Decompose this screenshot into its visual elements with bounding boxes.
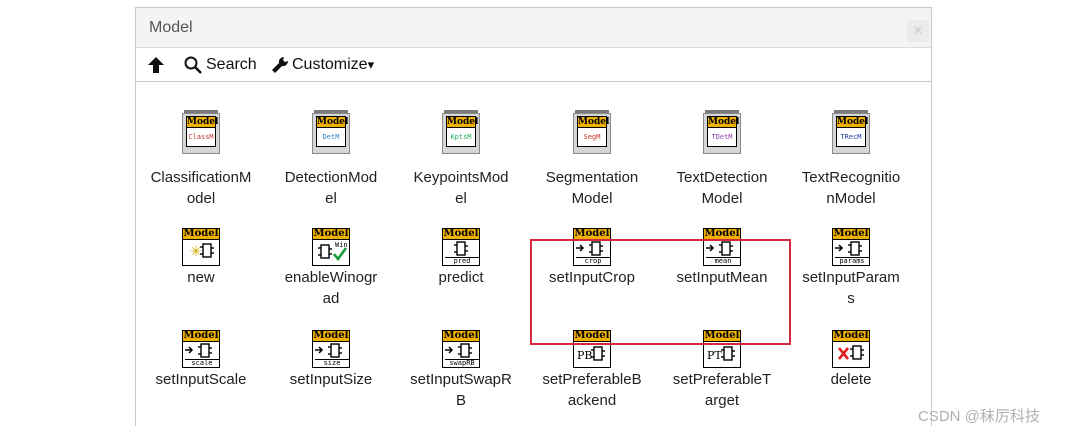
class-icon: Model DetM — [312, 110, 350, 154]
palette-item-delete[interactable]: Model delete — [788, 322, 914, 422]
magnifier-icon — [183, 55, 203, 75]
label-line-1: setInputParam — [802, 269, 900, 286]
palette-item-label: setPreferableT arget — [659, 369, 785, 411]
palette-item-label: ClassificationM odel — [138, 167, 264, 209]
method-vi-icon: Model pred — [442, 228, 480, 266]
label-line-1: delete — [830, 371, 872, 388]
palette-item-label: TextDetection Model — [659, 167, 785, 209]
palette-item-predict[interactable]: Model pred predict — [398, 220, 524, 320]
up-arrow-icon — [146, 55, 166, 75]
search-button[interactable]: Search — [183, 55, 257, 75]
label-line-1: setInputScale — [155, 371, 247, 388]
palette-item-setInputScale[interactable]: Model scale setInputScale — [138, 322, 264, 422]
palette-toolbar: Search Customize ▾ — [136, 48, 931, 82]
label-line-1: predict — [438, 269, 484, 286]
highlight-box — [530, 239, 791, 345]
palette-item-enableWinograd[interactable]: Model Win enableWinogr ad — [268, 220, 394, 320]
palette-item-SegmentationModel[interactable]: Model SegM Segmentation Model — [529, 110, 655, 210]
up-button[interactable] — [146, 55, 166, 75]
palette-item-setInputParams[interactable]: Model params setInputParam s — [788, 220, 914, 320]
palette-item-label: enableWinogr ad — [268, 267, 394, 309]
label-line-1: setPreferableT — [672, 371, 772, 388]
customize-button[interactable]: Customize ▾ — [270, 55, 374, 75]
label-line-2: B — [455, 392, 466, 409]
wrench-icon — [270, 55, 290, 75]
palette-item-label: new — [138, 267, 264, 288]
palette-item-label: setInputParam s — [788, 267, 914, 309]
label-line-1: Segmentation — [545, 169, 639, 186]
palette-item-label: setPreferableB ackend — [529, 369, 655, 411]
palette-item-label: KeypointsMod el — [398, 167, 524, 209]
palette-item-KeypointsModel[interactable]: Model KptsM KeypointsMod el — [398, 110, 524, 210]
palette-item-ClassificationModel[interactable]: Model ClassM ClassificationM odel — [138, 110, 264, 210]
palette-item-label: Segmentation Model — [529, 167, 655, 209]
class-icon: Model SegM — [573, 110, 611, 154]
method-vi-icon: Model — [832, 330, 870, 368]
label-line-2: ad — [322, 290, 340, 307]
class-icon: Model ClassM — [182, 110, 220, 154]
label-line-1: enableWinogr — [284, 269, 378, 286]
palette-item-label: DetectionMod el — [268, 167, 394, 209]
label-line-2: Model — [701, 190, 743, 207]
palette-item-new[interactable]: Model ✳ new — [138, 220, 264, 320]
label-line-1: setInputSwapR — [410, 371, 512, 388]
chevron-down-icon: ▾ — [367, 57, 375, 72]
label-line-1: KeypointsMod — [413, 169, 509, 186]
label-line-2: Model — [571, 190, 613, 207]
label-line-2: odel — [186, 190, 216, 207]
palette-item-label: TextRecognitio nModel — [788, 167, 914, 209]
svg-text:✳: ✳ — [190, 244, 202, 260]
label-line-1: TextRecognitio — [801, 169, 901, 186]
class-icon: Model TRecM — [832, 110, 870, 154]
method-vi-icon: Model swapRB — [442, 330, 480, 368]
watermark: CSDN @秣厉科技 — [918, 408, 1040, 425]
palette-item-setInputSwapRB[interactable]: Model swapRB setInputSwapR B — [398, 322, 524, 422]
label-line-2: nModel — [826, 190, 876, 207]
model-palette-window: Model × Search Customize ▾ Model ClassM Cl… — [135, 7, 932, 426]
palette-titlebar: Model × — [136, 8, 931, 48]
method-vi-icon: Model ✳ — [182, 228, 220, 266]
label-line-1: TextDetection — [676, 169, 768, 186]
class-icon: Model TDetM — [703, 110, 741, 154]
palette-item-label: delete — [788, 369, 914, 390]
method-vi-icon: Model Win — [312, 228, 350, 266]
label-line-2: s — [847, 290, 855, 307]
method-vi-icon: Model params — [832, 228, 870, 266]
palette-item-TextRecognitionModel[interactable]: Model TRecM TextRecognitio nModel — [788, 110, 914, 210]
label-line-1: ClassificationM — [150, 169, 252, 186]
palette-item-label: setInputSize — [268, 369, 394, 390]
label-line-1: DetectionMod — [284, 169, 378, 186]
method-vi-icon: Model scale — [182, 330, 220, 368]
method-vi-icon: Model size — [312, 330, 350, 368]
label-line-1: setInputSize — [289, 371, 373, 388]
label-line-2: ackend — [567, 392, 617, 409]
palette-item-label: setInputSwapR B — [398, 369, 524, 411]
search-label: Search — [206, 56, 257, 73]
close-button[interactable]: × — [907, 20, 929, 42]
palette-item-label: predict — [398, 267, 524, 288]
palette-item-label: setInputScale — [138, 369, 264, 390]
customize-label: Customize — [292, 56, 368, 73]
palette-item-TextDetectionModel[interactable]: Model TDetM TextDetection Model — [659, 110, 785, 210]
label-line-1: new — [187, 269, 215, 286]
label-line-2: arget — [704, 392, 740, 409]
class-icon: Model KptsM — [442, 110, 480, 154]
label-line-2: el — [455, 190, 467, 207]
label-line-1: setPreferableB — [542, 371, 642, 388]
palette-item-DetectionModel[interactable]: Model DetM DetectionMod el — [268, 110, 394, 210]
palette-item-setInputSize[interactable]: Model size setInputSize — [268, 322, 394, 422]
label-line-2: el — [325, 190, 337, 207]
palette-title: Model — [149, 19, 193, 36]
